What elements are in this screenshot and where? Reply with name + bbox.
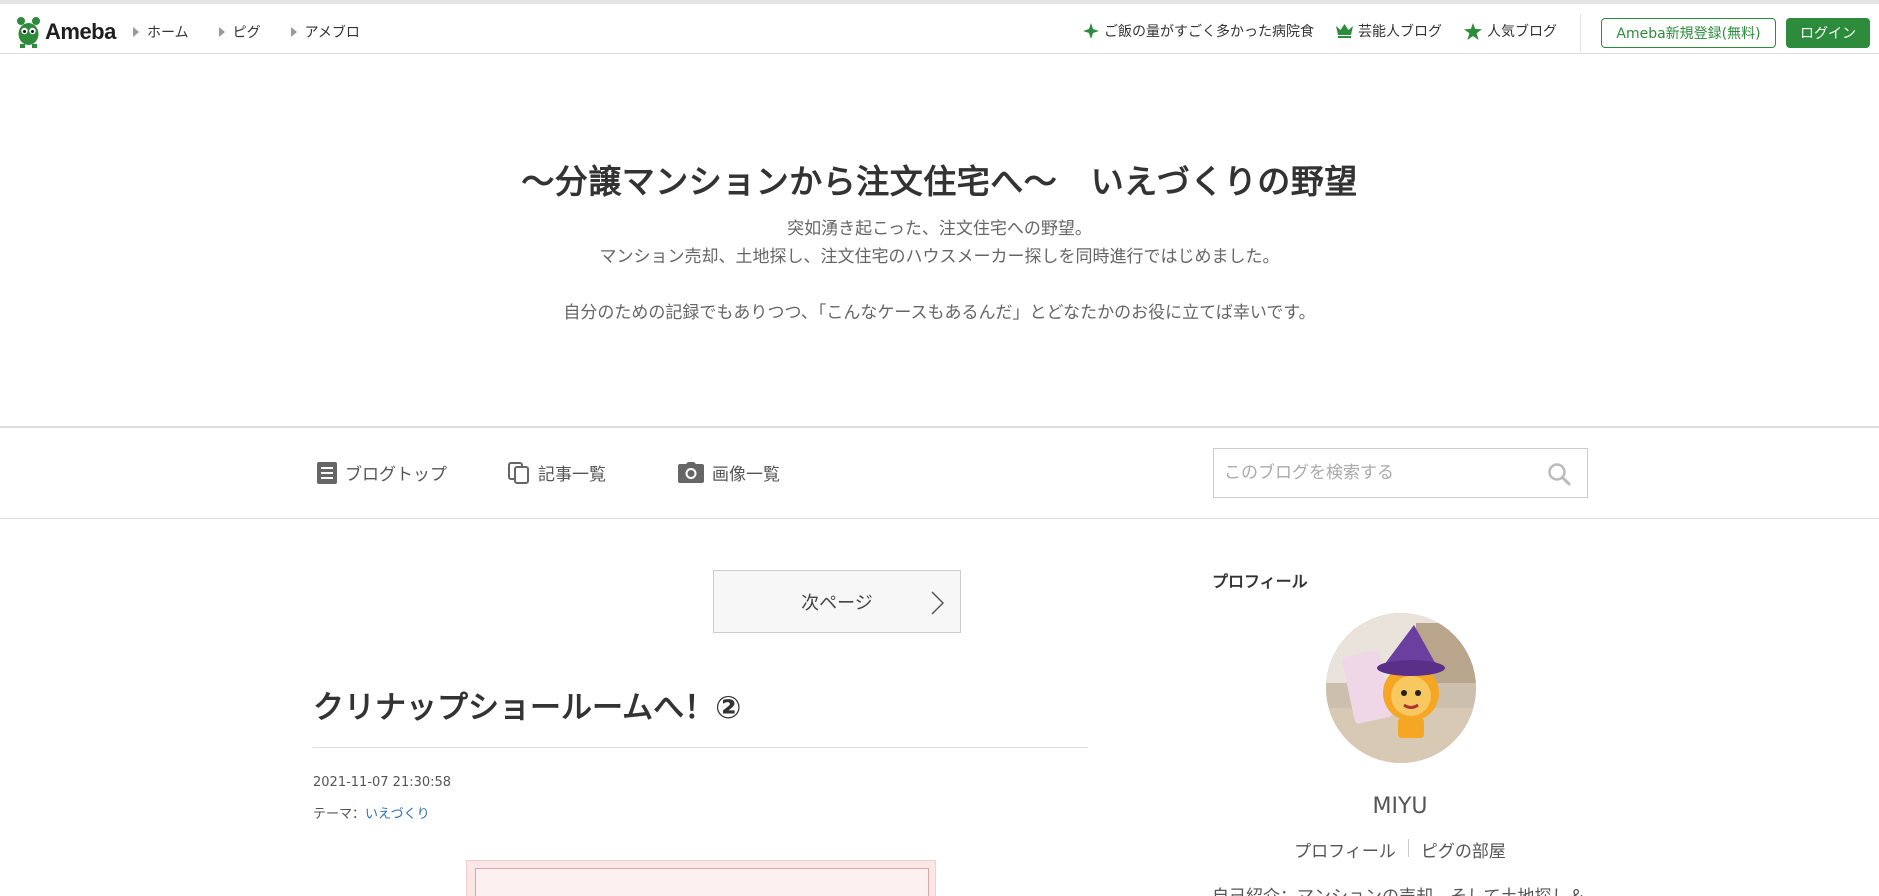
sparkle-icon — [1083, 23, 1099, 39]
trending-topic-label: ご飯の量がすごく多かった病院食 — [1104, 24, 1314, 40]
next-page-button[interactable]: 次ページ — [713, 570, 961, 633]
camera-icon — [678, 462, 704, 483]
pigg-room-link[interactable]: ピグの部屋 — [1421, 837, 1506, 862]
profile-heading: プロフィール — [1212, 572, 1308, 591]
popular-blog-link[interactable]: 人気ブログ — [1464, 21, 1557, 41]
popular-blog-label: 人気ブログ — [1487, 24, 1557, 40]
entry-notice-inner — [475, 868, 929, 896]
search-icon[interactable] — [1547, 462, 1571, 486]
nav-pigg[interactable]: ピグ — [218, 22, 261, 42]
crown-icon — [1336, 24, 1353, 38]
blog-description-line: マンション売却、土地探し、注文住宅のハウスメーカー探しを同時進行ではじめました。 — [599, 247, 1280, 267]
login-button[interactable]: ログイン — [1786, 18, 1870, 48]
entry-date: 2021-11-07 21:30:58 — [313, 775, 452, 790]
avatar-image — [1326, 613, 1476, 763]
blog-description-line: 自分のための記録でもありつつ、「こんなケースもあるんだ」とどなたかのお役に立てば… — [563, 303, 1316, 323]
image-list-label: 画像一覧 — [712, 465, 780, 485]
entry-list-link[interactable]: 記事一覧 — [508, 460, 606, 485]
document-icon — [317, 461, 337, 484]
nav-home[interactable]: ホーム — [133, 22, 189, 42]
blog-title[interactable]: 〜分譲マンションから注文住宅へ〜 いえづくりの野望 — [0, 155, 1879, 203]
blog-description: 突如湧き起こった、注文住宅への野望。 マンション売却、土地探し、注文住宅のハウス… — [0, 215, 1879, 327]
blog-description-line: 突如湧き起こった、注文住宅への野望。 — [787, 219, 1092, 239]
blog-top-label: ブログトップ — [345, 465, 447, 485]
logo-text: Ameba — [45, 19, 116, 44]
link-separator — [1407, 839, 1409, 857]
blog-nav: ブログトップ 記事一覧 画像一覧 — [0, 428, 1879, 519]
avatar[interactable] — [1326, 613, 1476, 763]
entry-theme-prefix: テーマ： — [313, 807, 366, 822]
nav-ameblo[interactable]: アメブロ — [290, 22, 360, 42]
global-header: Ameba ホーム ピグ アメブロ ご飯の量がすごく多かった病院食 芸能人ブログ… — [0, 0, 1879, 54]
entry-theme: テーマ：いえづくり — [313, 803, 430, 822]
celebrity-blog-label: 芸能人ブログ — [1358, 24, 1442, 40]
next-page-label: 次ページ — [801, 592, 873, 614]
nav-pigg-label: ピグ — [232, 25, 261, 41]
triangle-right-icon — [290, 27, 297, 37]
header-divider — [1580, 14, 1581, 54]
profile-link[interactable]: プロフィール — [1294, 837, 1396, 862]
triangle-right-icon — [133, 27, 139, 37]
image-list-link[interactable]: 画像一覧 — [678, 460, 780, 485]
ameba-mascot-icon — [17, 17, 40, 48]
entry-list-label: 記事一覧 — [538, 465, 606, 485]
entry-title-divider — [313, 747, 1088, 748]
profile-links: プロフィール ピグの部屋 — [1212, 837, 1588, 862]
celebrity-blog-link[interactable]: 芸能人ブログ — [1336, 21, 1442, 41]
entry-title[interactable]: クリナップショールームへ！② — [313, 682, 741, 727]
ameba-logo[interactable]: Ameba — [15, 14, 116, 50]
copy-icon — [508, 461, 529, 484]
blog-header: 〜分譲マンションから注文住宅へ〜 いえづくりの野望 突如湧き起こった、注文住宅へ… — [0, 55, 1879, 426]
blog-description-line — [0, 271, 1879, 299]
nav-home-label: ホーム — [147, 25, 189, 41]
blog-top-link[interactable]: ブログトップ — [317, 460, 447, 485]
profile-name[interactable]: MIYU — [1212, 794, 1588, 819]
chevron-right-icon — [931, 591, 944, 615]
entry-theme-link[interactable]: いえづくり — [365, 807, 430, 822]
profile-intro: 自己紹介：マンションの売却、そして土地探し＆ハ — [1212, 882, 1588, 896]
header-right-links: ご飯の量がすごく多かった病院食 芸能人ブログ 人気ブログ — [1083, 21, 1579, 41]
search-input[interactable] — [1224, 461, 1534, 485]
global-nav: ホーム ピグ アメブロ — [133, 22, 390, 42]
nav-ameblo-label: アメブロ — [304, 25, 360, 41]
trending-topic-link[interactable]: ご飯の量がすごく多かった病院食 — [1083, 21, 1314, 41]
register-button[interactable]: Ameba新規登録(無料) — [1601, 18, 1776, 48]
blog-search — [1213, 448, 1588, 498]
star-icon — [1464, 22, 1482, 40]
triangle-right-icon — [218, 27, 225, 37]
entry-notice-box — [466, 860, 936, 896]
